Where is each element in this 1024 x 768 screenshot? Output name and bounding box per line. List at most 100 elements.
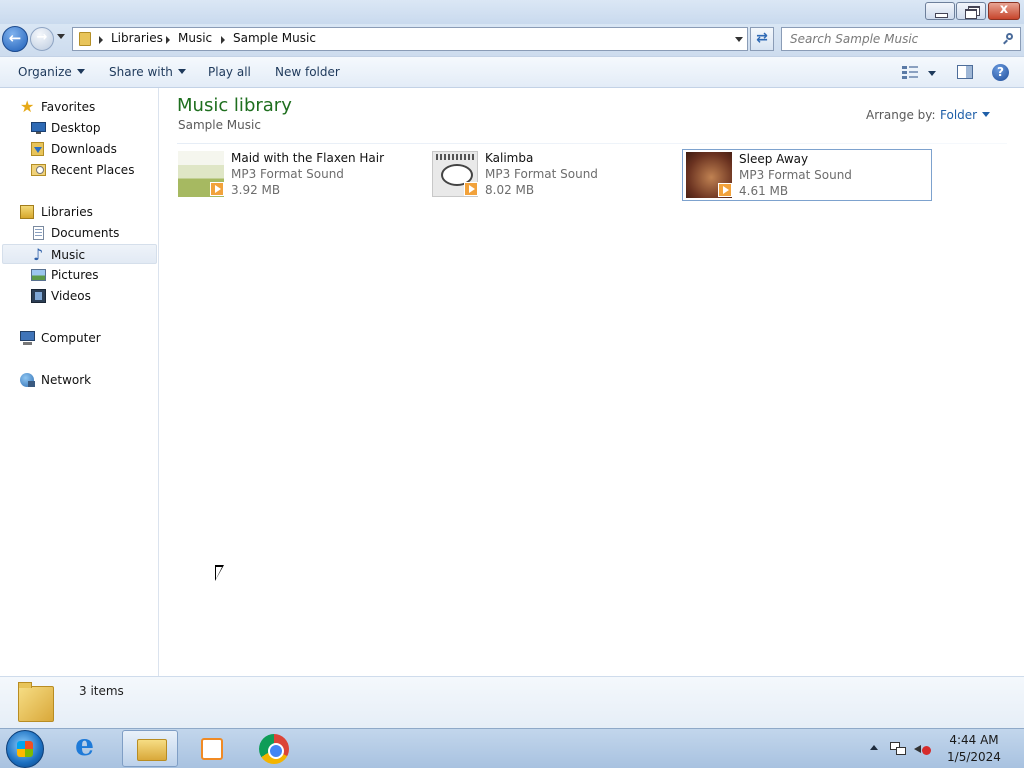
media-player-icon[interactable] bbox=[184, 730, 240, 767]
media-player-badge-icon bbox=[210, 182, 224, 196]
chevron-down-icon bbox=[76, 69, 85, 74]
search-input[interactable]: Search Sample Music bbox=[781, 27, 1021, 51]
search-icon[interactable] bbox=[1004, 33, 1014, 43]
preview-pane-icon[interactable] bbox=[957, 65, 973, 79]
sidebar-item-pictures[interactable]: Pictures bbox=[28, 265, 156, 285]
sidebar-item-label: Pictures bbox=[51, 268, 99, 282]
sidebar-item-desktop[interactable]: Desktop bbox=[28, 118, 156, 138]
recent-places-icon bbox=[31, 163, 46, 177]
clock-time: 4:44 AM bbox=[949, 733, 999, 747]
minimize-button[interactable] bbox=[925, 2, 955, 20]
sidebar-item-documents[interactable]: Documents bbox=[28, 223, 156, 243]
file-tile-sleep-away[interactable]: Sleep Away MP3 Format Sound 4.61 MB bbox=[682, 149, 932, 201]
volume-muted-icon[interactable] bbox=[914, 741, 932, 757]
window-titlebar: x bbox=[0, 0, 1024, 24]
close-button[interactable]: x bbox=[988, 2, 1020, 20]
command-bar: Organize Share with Play all New folder … bbox=[0, 56, 1024, 88]
close-icon: x bbox=[999, 2, 1009, 17]
arrange-by-dropdown[interactable]: Folder bbox=[940, 108, 991, 122]
organize-menu[interactable]: Organize bbox=[18, 65, 85, 79]
file-type: MP3 Format Sound bbox=[231, 167, 344, 181]
sidebar-item-computer[interactable]: Computer bbox=[18, 328, 156, 348]
sidebar-item-label: Music bbox=[51, 248, 86, 262]
breadcrumb-sample-music[interactable]: Sample Music bbox=[233, 31, 316, 45]
sidebar-item-label: Desktop bbox=[51, 121, 101, 135]
breadcrumb-music[interactable]: Music bbox=[178, 31, 212, 45]
address-bar[interactable]: Libraries Music Sample Music bbox=[72, 27, 748, 51]
file-size: 4.61 MB bbox=[739, 184, 789, 198]
downloads-folder-icon bbox=[31, 142, 46, 156]
play-all-button[interactable]: Play all bbox=[208, 65, 251, 79]
file-type: MP3 Format Sound bbox=[739, 168, 852, 182]
arrange-by-value: Folder bbox=[940, 108, 978, 122]
taskbar: 4:44 AM 1/5/2024 bbox=[0, 728, 1024, 768]
item-count: 3 items bbox=[79, 684, 124, 698]
file-name: Kalimba bbox=[485, 151, 534, 165]
sidebar-item-videos[interactable]: Videos bbox=[28, 286, 156, 306]
file-list-pane[interactable]: Music library Sample Music Arrange by: F… bbox=[159, 88, 1024, 676]
address-dropdown-icon[interactable] bbox=[735, 37, 743, 42]
new-folder-button[interactable]: New folder bbox=[275, 65, 340, 79]
page-subtitle: Sample Music bbox=[178, 118, 261, 132]
pictures-icon bbox=[31, 268, 46, 282]
share-with-menu[interactable]: Share with bbox=[109, 65, 186, 79]
internet-explorer-icon[interactable] bbox=[62, 728, 118, 767]
refresh-button[interactable]: ⇄ bbox=[750, 27, 774, 51]
sidebar-item-libraries[interactable]: Libraries bbox=[18, 202, 156, 222]
media-player-badge-icon bbox=[718, 183, 732, 197]
arrange-by-label: Arrange by: bbox=[866, 108, 936, 122]
file-name: Maid with the Flaxen Hair bbox=[231, 151, 385, 165]
forward-button[interactable]: → bbox=[30, 27, 54, 51]
folder-icon bbox=[18, 682, 54, 722]
file-tile-kalimba[interactable]: Kalimba MP3 Format Sound 8.02 MB bbox=[429, 149, 679, 201]
navigation-bar: ← → Libraries Music Sample Music ⇄ Searc… bbox=[0, 24, 1024, 56]
details-pane: 3 items bbox=[0, 676, 1024, 728]
libraries-icon bbox=[20, 205, 35, 219]
network-icon bbox=[20, 373, 35, 387]
divider bbox=[177, 143, 1007, 144]
sidebar-item-favorites[interactable]: ★ Favorites bbox=[18, 97, 156, 117]
maximize-button[interactable] bbox=[956, 2, 986, 20]
sidebar-item-label: Network bbox=[41, 373, 92, 387]
show-hidden-icons-icon[interactable] bbox=[870, 745, 878, 750]
file-tile-maid-with-the-flaxen-hair[interactable]: Maid with the Flaxen Hair MP3 Format Sou… bbox=[175, 149, 425, 201]
help-glyph: ? bbox=[997, 65, 1004, 79]
chevron-down-icon bbox=[177, 69, 186, 74]
breadcrumb-libraries[interactable]: Libraries bbox=[111, 31, 163, 45]
view-options-dropdown-icon[interactable] bbox=[928, 71, 936, 76]
search-placeholder: Search Sample Music bbox=[790, 32, 919, 46]
file-size: 8.02 MB bbox=[485, 183, 535, 197]
music-note-icon bbox=[32, 245, 47, 264]
recent-pages-dropdown[interactable] bbox=[57, 34, 65, 39]
sidebar-item-label: Downloads bbox=[51, 142, 117, 156]
breadcrumb-separator-icon[interactable] bbox=[99, 36, 103, 44]
sidebar-item-label: Recent Places bbox=[51, 163, 135, 177]
network-tray-icon[interactable] bbox=[890, 742, 906, 756]
page-title: Music library bbox=[177, 95, 292, 116]
star-icon: ★ bbox=[20, 97, 35, 116]
sidebar-item-music[interactable]: Music bbox=[2, 244, 157, 264]
sidebar-item-label: Videos bbox=[51, 289, 91, 303]
change-view-icon[interactable] bbox=[902, 66, 918, 79]
start-button[interactable] bbox=[6, 730, 44, 768]
system-clock[interactable]: 4:44 AM 1/5/2024 bbox=[938, 732, 1010, 766]
help-icon[interactable]: ? bbox=[992, 64, 1009, 81]
file-name: Sleep Away bbox=[739, 152, 809, 166]
breadcrumb-separator-icon[interactable] bbox=[221, 36, 225, 44]
forward-arrow-icon: → bbox=[36, 30, 48, 45]
documents-icon bbox=[31, 226, 46, 240]
organize-label: Organize bbox=[18, 65, 72, 79]
sidebar-item-recent-places[interactable]: Recent Places bbox=[28, 160, 156, 180]
refresh-icon: ⇄ bbox=[756, 30, 768, 46]
sidebar-item-label: Favorites bbox=[41, 100, 96, 114]
back-button[interactable]: ← bbox=[2, 26, 28, 52]
share-with-label: Share with bbox=[109, 65, 173, 79]
windows-explorer-icon[interactable] bbox=[122, 730, 178, 767]
chrome-icon[interactable] bbox=[246, 730, 302, 767]
sidebar-item-network[interactable]: Network bbox=[18, 370, 156, 390]
sidebar-item-label: Computer bbox=[41, 331, 101, 345]
breadcrumb-separator-icon[interactable] bbox=[166, 36, 170, 44]
sidebar-item-downloads[interactable]: Downloads bbox=[28, 139, 156, 159]
sidebar-item-label: Libraries bbox=[41, 205, 93, 219]
library-folder-icon bbox=[79, 32, 91, 46]
